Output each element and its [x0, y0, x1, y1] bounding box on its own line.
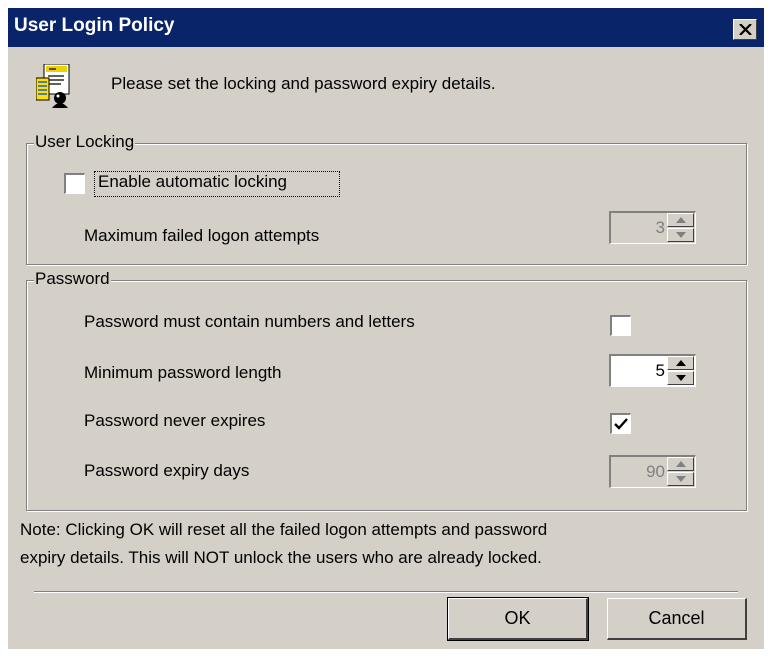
spin-down-arrow-icon	[676, 232, 686, 238]
title-bar[interactable]: User Login Policy	[8, 8, 764, 47]
window-title: User Login Policy	[14, 15, 175, 36]
user-login-policy-dialog: User Login Policy Please set the locking…	[8, 8, 764, 649]
note-line-2: expiry details. This will NOT unlock the…	[20, 548, 542, 567]
max-attempts-down-button[interactable]	[667, 228, 694, 242]
max-attempts-value: 3	[655, 218, 665, 237]
user-policy-icon	[36, 64, 70, 108]
max-attempts-label: Maximum failed logon attempts	[84, 226, 320, 245]
min-length-down-button[interactable]	[667, 371, 694, 385]
spin-up-arrow-icon	[676, 217, 686, 223]
password-legend: Password	[34, 269, 111, 289]
user-locking-legend: User Locking	[34, 132, 136, 152]
spin-down-arrow-icon	[676, 476, 686, 482]
min-length-label: Minimum password length	[84, 363, 282, 382]
button-separator	[34, 591, 738, 593]
min-length-spinner[interactable]: 5	[609, 354, 696, 387]
note-line-1: Note: Clicking OK will reset all the fai…	[20, 520, 548, 539]
instruction-text: Please set the locking and password expi…	[111, 74, 496, 93]
user-locking-group	[26, 143, 747, 265]
spin-up-arrow-icon	[676, 461, 686, 467]
never-expires-checkbox[interactable]	[610, 413, 631, 434]
expiry-days-label: Password expiry days	[84, 461, 250, 480]
numbers-letters-checkbox[interactable]	[610, 315, 631, 336]
max-attempts-spinner[interactable]: 3	[609, 211, 696, 244]
close-x-icon	[739, 24, 752, 35]
max-attempts-up-button[interactable]	[667, 213, 694, 227]
cancel-button[interactable]: Cancel	[607, 598, 747, 640]
spin-down-arrow-icon	[676, 375, 686, 381]
min-length-value[interactable]: 5	[656, 361, 665, 381]
expiry-days-down-button[interactable]	[667, 472, 694, 486]
expiry-days-value: 90	[646, 462, 665, 481]
spin-up-arrow-icon	[676, 360, 686, 366]
checkmark-icon	[614, 418, 628, 430]
enable-locking-checkbox[interactable]	[64, 173, 85, 194]
expiry-days-spinner[interactable]: 90	[609, 455, 696, 488]
numbers-letters-label: Password must contain numbers and letter…	[84, 312, 415, 331]
never-expires-label: Password never expires	[84, 411, 266, 430]
enable-locking-label[interactable]: Enable automatic locking	[98, 172, 287, 192]
ok-button[interactable]: OK	[447, 597, 589, 641]
expiry-days-up-button[interactable]	[667, 457, 694, 471]
close-button[interactable]	[733, 19, 757, 40]
min-length-up-button[interactable]	[667, 356, 694, 370]
